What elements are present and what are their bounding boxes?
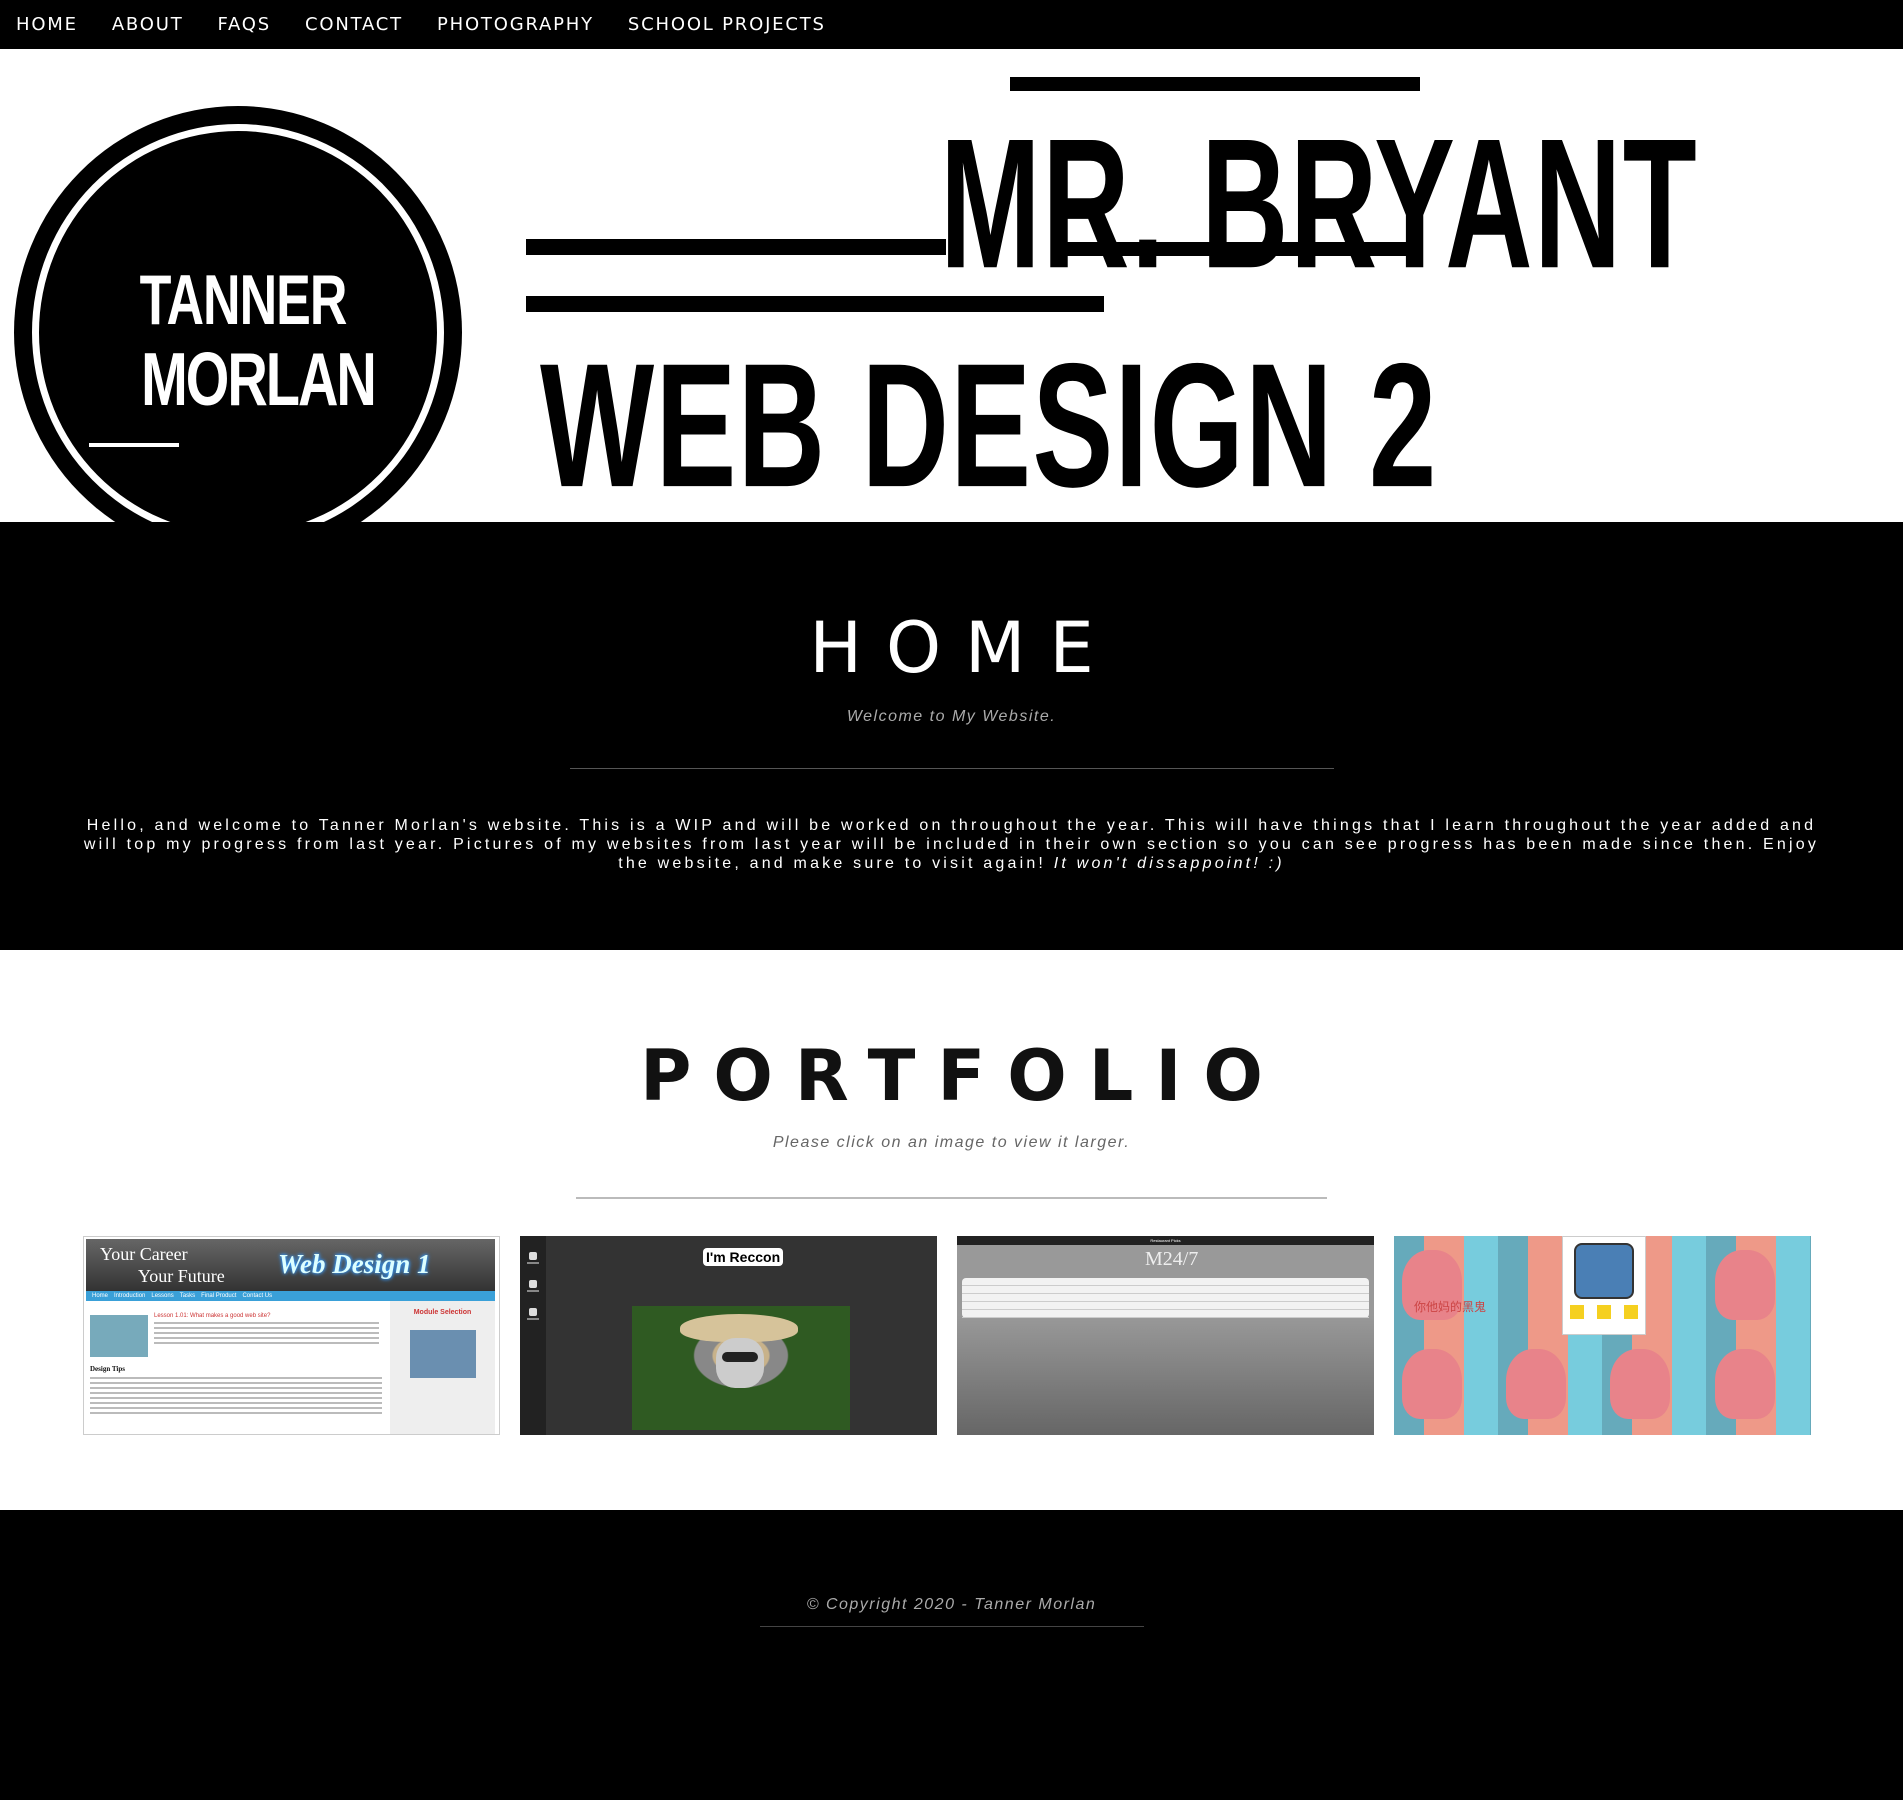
nav-contact[interactable]: CONTACT — [305, 14, 403, 35]
thumb1-nav: Home Introduction Lessons Tasks Final Pr… — [86, 1291, 495, 1301]
title-line1: MR. BRYANT — [940, 100, 1699, 307]
nav-photography[interactable]: PHOTOGRAPHY — [437, 14, 594, 35]
thumb1-nav-item: Final Product — [201, 1293, 237, 1299]
raccoon-image — [632, 1306, 850, 1430]
banner: TANNER MORLAN MR. BRYANT WEB DESIGN 2 — [0, 49, 1903, 522]
logo-underline — [89, 443, 179, 447]
thumb1-nav-item: Lessons — [151, 1293, 174, 1299]
fish-image — [1574, 1243, 1634, 1299]
thumb4-center-panel — [1562, 1236, 1646, 1335]
portfolio-title: PORTFOLIO — [640, 1035, 1285, 1117]
thumb1-brand: Web Design 1 — [278, 1249, 431, 1279]
home-title: HOME — [809, 607, 1118, 689]
thumb3-logo: M24/7 — [1145, 1248, 1199, 1270]
thumb1-lesson-heading: Lesson 1.01: What makes a good web site? — [154, 1313, 271, 1319]
title-line2: WEB DESIGN 2 — [540, 326, 1438, 522]
thumb1-sidebar-title: Module Selection — [413, 1309, 472, 1316]
footer-divider — [760, 1626, 1144, 1627]
thumb2-sidebar — [520, 1236, 546, 1435]
home-body-emphasis: It won't dissappoint! :) — [1053, 855, 1285, 872]
portfolio-thumb-reccon[interactable]: I'm Reccon — [520, 1236, 937, 1435]
thumb1-nav-item: Home — [92, 1293, 109, 1299]
home-icon — [529, 1252, 537, 1260]
title-bar-left — [526, 239, 946, 255]
portfolio-thumb-m247[interactable]: Restaurant Picks M24/7 — [957, 1236, 1374, 1435]
circle-logo: TANNER MORLAN — [14, 106, 462, 522]
thumb2-badge: I'm Reccon — [703, 1248, 784, 1266]
home-section: HOME Welcome to My Website. Hello, and w… — [0, 522, 1903, 950]
nav-home[interactable]: HOME — [16, 14, 78, 35]
thumb1-nav-item: Tasks — [179, 1293, 196, 1299]
thumb1-nav-item: Contact Us — [242, 1293, 273, 1299]
thumb1-header: Your Career Your Future Web Design 1 — [86, 1239, 495, 1291]
logo-line1: TANNER — [139, 261, 348, 341]
thumb1-header-line1: Your Career — [100, 1244, 188, 1264]
title-bar-top — [1010, 77, 1420, 91]
user-icon — [529, 1280, 537, 1288]
portfolio-gallery: Your Career Your Future Web Design 1 Hom… — [83, 1236, 1811, 1435]
home-body-text: Hello, and welcome to Tanner Morlan's we… — [83, 817, 1820, 872]
footer: © Copyright 2020 - Tanner Morlan — [0, 1510, 1903, 1800]
thumb1-text-block: Lesson 1.01: What makes a good web site? — [154, 1313, 379, 1347]
home-subtitle: Welcome to My Website. — [846, 708, 1057, 725]
portfolio-section: PORTFOLIO Please click on an image to vi… — [0, 950, 1903, 1510]
home-divider — [570, 768, 1334, 769]
thumb1-section-heading: Design Tips — [90, 1365, 125, 1373]
portfolio-thumb-web-design-1[interactable]: Your Career Your Future Web Design 1 Hom… — [83, 1236, 500, 1435]
thumb1-header-line2: Your Future — [138, 1266, 225, 1286]
nav-about[interactable]: ABOUT — [112, 14, 184, 35]
thumb1-sidebar: Module Selection — [390, 1301, 495, 1434]
portfolio-subtitle: Please click on an image to view it larg… — [772, 1134, 1131, 1151]
thumb1-nav-item: Introduction — [114, 1293, 146, 1299]
thumb1-image — [90, 1315, 148, 1357]
top-nav: HOME ABOUT FAQS CONTACT PHOTOGRAPHY SCHO… — [0, 0, 1903, 49]
home-body: Hello, and welcome to Tanner Morlan's we… — [70, 816, 1833, 873]
copyright: © Copyright 2020 - Tanner Morlan — [806, 1596, 1097, 1613]
portfolio-thumb-meme[interactable]: 你他妈的黑鬼 — [1394, 1236, 1811, 1435]
eye-icon — [529, 1308, 537, 1316]
nav-faqs[interactable]: FAQS — [218, 14, 272, 35]
thumb1-sidebar-image — [409, 1330, 476, 1378]
thumb3-list — [962, 1278, 1369, 1318]
thumb3-top-bar: Restaurant Picks — [957, 1236, 1374, 1245]
logo-line2: MORLAN — [141, 335, 377, 422]
nav-school-projects[interactable]: SCHOOL PROJECTS — [628, 14, 826, 35]
thumb1-text-block2 — [90, 1377, 382, 1417]
thumb4-caption: 你他妈的黑鬼 — [1414, 1300, 1487, 1314]
portfolio-divider — [576, 1197, 1327, 1199]
